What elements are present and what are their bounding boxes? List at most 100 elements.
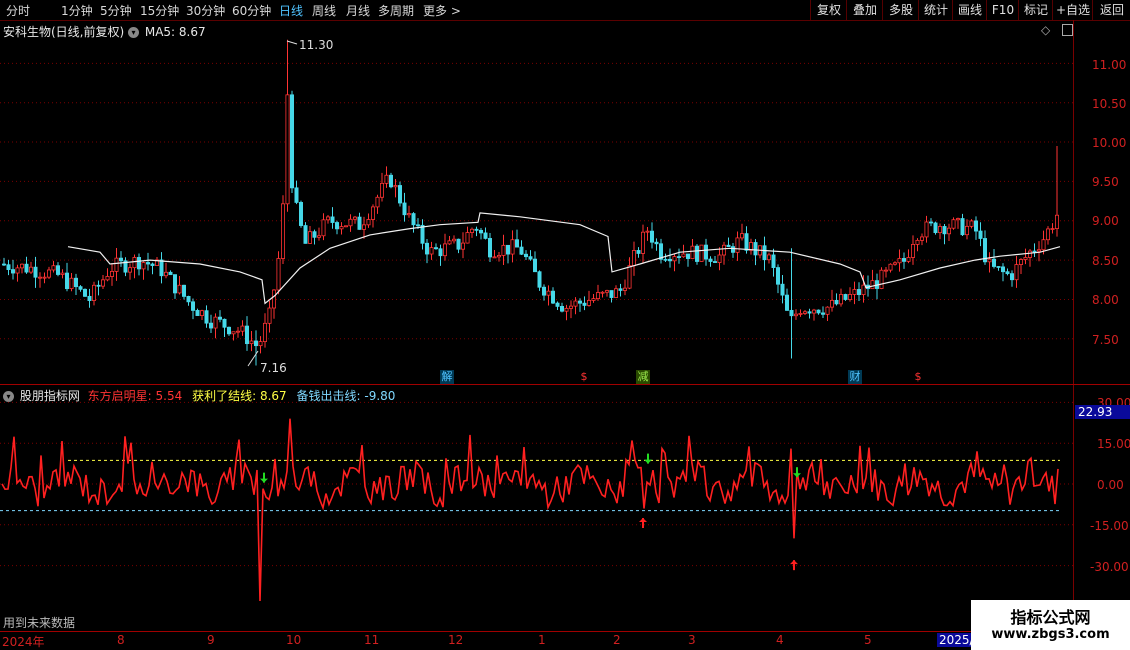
add-favorite-button[interactable]: +自选 (1052, 0, 1093, 20)
candle-body (208, 322, 213, 329)
candle-body (803, 311, 808, 314)
candle-body (262, 322, 267, 342)
candle-body (289, 94, 294, 189)
date-tick: 3 (688, 633, 696, 647)
candle-body (740, 233, 745, 239)
candle-body (222, 318, 227, 328)
candle-body (406, 213, 411, 216)
axis-separator (1073, 20, 1074, 632)
candle-body (47, 269, 52, 278)
price-tick: 9.00 (1092, 214, 1119, 228)
f10-button[interactable]: F10 (986, 0, 1019, 20)
candle-body (456, 238, 461, 250)
candle-body (794, 313, 799, 317)
candle-body (857, 289, 862, 296)
candle-body (555, 302, 560, 307)
candlestick-chart[interactable]: 11.30 7.16 (0, 20, 1073, 384)
candle-body (145, 262, 150, 265)
candle-body (938, 226, 943, 234)
candle-body (920, 236, 925, 241)
adjust-button[interactable]: 复权 (810, 0, 847, 20)
candle-body (1032, 250, 1037, 253)
candle-body (852, 289, 857, 295)
candle-body (276, 258, 281, 291)
candle-body (1014, 264, 1019, 281)
candle-body (560, 306, 565, 312)
candle-body (528, 256, 533, 260)
candle-body (830, 299, 835, 308)
period-5min[interactable]: 5分钟 (100, 2, 132, 19)
candle-body (605, 290, 610, 293)
candle-body (285, 94, 290, 205)
candle-body (361, 224, 366, 230)
event-finance-marker[interactable]: 财 (848, 370, 862, 384)
price-tick: 10.00 (1092, 136, 1127, 150)
candle-body (339, 226, 344, 230)
price-tick: 10.50 (1092, 97, 1127, 111)
candle-body (951, 219, 956, 229)
candle-body (101, 279, 106, 287)
price-tick: 8.00 (1092, 293, 1119, 307)
period-intraday[interactable]: 分时 (6, 2, 30, 19)
candle-body (74, 277, 79, 288)
statistics-button[interactable]: 统计 (918, 0, 953, 20)
candle-body (393, 185, 398, 188)
event-reduce-marker[interactable]: 减 (636, 370, 650, 384)
candle-body (776, 267, 781, 285)
candle-body (1055, 214, 1060, 229)
candle-body (24, 263, 29, 273)
period-15min[interactable]: 15分钟 (140, 2, 179, 19)
high-label: 11.30 (299, 38, 333, 52)
chevron-right-icon: > (450, 4, 461, 18)
candle-body (451, 238, 456, 242)
candle-body (519, 246, 524, 255)
period-more[interactable]: 更多 > (423, 2, 461, 19)
candle-body (244, 325, 249, 345)
candle-body (537, 271, 542, 288)
period-multi[interactable]: 多周期 (378, 2, 414, 19)
candle-body (352, 216, 357, 220)
candle-body (722, 244, 727, 256)
candle-body (397, 185, 402, 204)
candle-body (681, 253, 686, 258)
event-dividend-marker[interactable]: $ (577, 370, 591, 384)
date-separator (0, 631, 1130, 632)
multi-stock-button[interactable]: 多股 (882, 0, 919, 20)
candle-body (366, 219, 371, 226)
candle-body (42, 276, 47, 279)
period-weekly[interactable]: 周线 (312, 2, 336, 19)
period-1min[interactable]: 1分钟 (61, 2, 93, 19)
candle-body (28, 266, 33, 273)
period-daily[interactable]: 日线 (279, 2, 303, 19)
back-button[interactable]: 返回 (1092, 0, 1130, 20)
indicator-chart[interactable] (0, 385, 1073, 631)
candle-body (771, 254, 776, 268)
candle-body (163, 271, 168, 277)
date-tick: 11 (364, 633, 380, 647)
event-dividend-marker[interactable]: $ (911, 370, 925, 384)
candle-body (870, 280, 875, 290)
candle-body (415, 224, 420, 227)
candle-body (429, 247, 434, 255)
candle-body (6, 264, 11, 270)
candle-body (641, 231, 646, 254)
date-tick: 12 (448, 633, 464, 647)
period-monthly[interactable]: 月线 (346, 2, 370, 19)
candle-body (271, 289, 276, 309)
candle-body (587, 300, 592, 306)
candle-body (825, 306, 830, 315)
period-30min[interactable]: 30分钟 (186, 2, 225, 19)
candle-body (501, 244, 506, 256)
candle-body (460, 242, 465, 250)
overlay-button[interactable]: 叠加 (846, 0, 883, 20)
event-unlock-marker[interactable]: 解 (440, 370, 454, 384)
candle-body (186, 296, 191, 303)
candle-body (204, 310, 209, 324)
mark-button[interactable]: 标记 (1018, 0, 1053, 20)
candle-body (884, 269, 889, 272)
candle-body (564, 307, 569, 312)
draw-line-button[interactable]: 画线 (952, 0, 987, 20)
candle-body (888, 263, 893, 271)
candle-body (668, 258, 673, 262)
period-60min[interactable]: 60分钟 (232, 2, 271, 19)
